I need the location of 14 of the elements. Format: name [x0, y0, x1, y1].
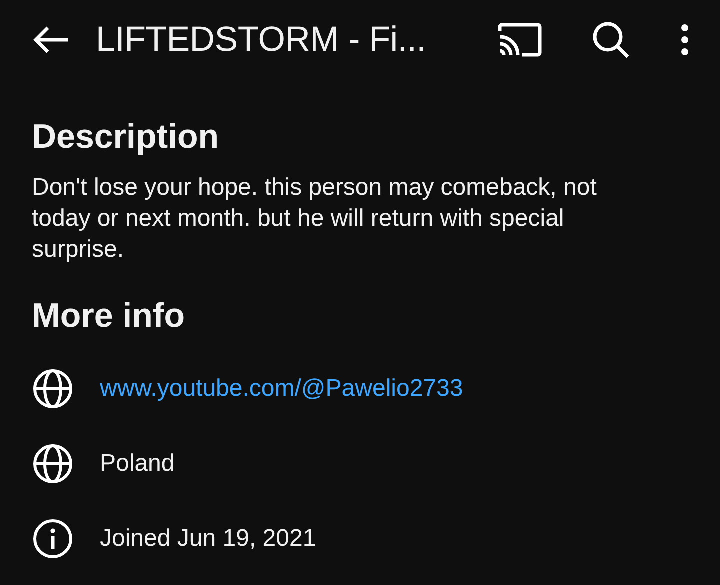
search-icon[interactable]: [592, 21, 630, 59]
description-text: Don't lose your hope. this person may comeback, not today or next month. but he will return with special surprise.: [32, 173, 598, 265]
channel-link[interactable]: www.youtube.com/@Pawelio2733: [100, 374, 464, 402]
globe-icon: [32, 368, 74, 410]
page-title: LIFTEDSTORM - Fi...: [96, 20, 428, 60]
section-heading: More info: [32, 296, 186, 337]
joined-date: Joined Jun 19, 2021: [100, 524, 316, 552]
cast-icon[interactable]: [498, 23, 542, 57]
section-heading: Description: [32, 117, 220, 158]
back-icon[interactable]: [32, 25, 70, 55]
globe-icon: [32, 442, 74, 484]
info-icon: [32, 518, 74, 560]
country-text: Poland: [100, 450, 175, 478]
menu-icon[interactable]: [680, 24, 690, 56]
